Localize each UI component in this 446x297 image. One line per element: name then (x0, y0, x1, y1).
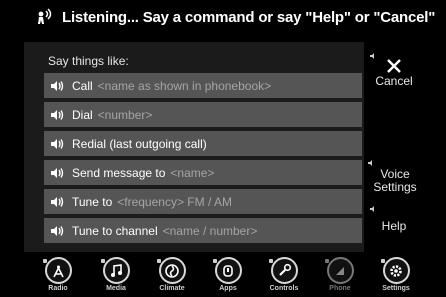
nav-media[interactable]: Media (92, 255, 140, 297)
speaker-mini-icon (381, 259, 385, 263)
command-placeholder: <name as shown in phonebook> (97, 78, 272, 93)
speaker-icon (51, 196, 64, 207)
nav-climate[interactable]: Climate (148, 255, 196, 297)
nav-phone[interactable]: Phone (316, 255, 364, 297)
command-item-tune-to-channel[interactable]: Tune to channel <name / number> (44, 218, 362, 243)
command-label: Call (72, 78, 93, 93)
nav-settings[interactable]: Settings (372, 255, 420, 297)
speaker-icon (51, 225, 64, 236)
speaker-mini-icon (368, 160, 372, 166)
speaker-mini-icon (213, 259, 217, 263)
apps-icon (214, 257, 242, 284)
phone-icon (326, 257, 354, 284)
nav-apps[interactable]: Apps (204, 255, 252, 297)
nav-label: Apps (219, 285, 237, 292)
speaker-icon (51, 80, 64, 91)
help-label: Help (381, 219, 407, 233)
cancel-label: Cancel (375, 74, 413, 88)
voice-settings-label: Voice Settings (373, 167, 417, 194)
command-item-dial[interactable]: Dial <number> (44, 102, 362, 127)
speaker-mini-icon (157, 259, 161, 263)
cancel-button[interactable]: Cancel (366, 52, 422, 92)
command-label: Tune to (72, 194, 113, 209)
command-label: Redial (last outgoing call) (72, 136, 207, 151)
listening-title: Listening... Say a command or say "Help"… (62, 8, 436, 26)
voice-settings-button[interactable]: Voice Settings (362, 160, 428, 196)
settings-icon (382, 257, 410, 284)
command-placeholder: <number> (97, 107, 153, 122)
climate-icon (158, 257, 186, 284)
speaker-icon (51, 138, 64, 149)
help-button[interactable]: Help (366, 206, 422, 236)
speaker-mini-icon (370, 53, 374, 59)
command-label: Dial (72, 107, 93, 122)
nav-radio[interactable]: Radio (34, 255, 82, 297)
close-icon (387, 59, 401, 73)
speaker-mini-icon (325, 259, 329, 263)
speaker-mini-icon (101, 259, 105, 263)
speaker-mini-icon (370, 206, 374, 212)
say-things-label: Say things like: (48, 54, 129, 68)
radio-icon (44, 257, 72, 284)
command-label: Tune to channel (72, 223, 158, 238)
command-item-tune-to[interactable]: Tune to <frequency> FM / AM (44, 189, 362, 214)
command-placeholder: <name / number> (162, 223, 258, 238)
command-item-send-message[interactable]: Send message to <name> (44, 160, 362, 185)
nav-label: Media (106, 285, 126, 292)
nav-label: Controls (269, 285, 299, 292)
nav-label: Settings (382, 285, 410, 292)
header-bar: Listening... Say a command or say "Help"… (0, 0, 446, 34)
nav-controls[interactable]: Controls (260, 255, 308, 297)
command-item-redial[interactable]: Redial (last outgoing call) (44, 131, 362, 156)
command-placeholder: <name> (170, 165, 215, 180)
speaker-mini-icon (43, 259, 47, 263)
voice-recognition-icon (38, 8, 52, 24)
command-item-call[interactable]: Call <name as shown in phonebook> (44, 73, 362, 98)
nav-label: Climate (159, 285, 185, 292)
bottom-nav-bar: Radio Media Climate Apps Controls Phone (0, 255, 446, 297)
speaker-icon (51, 109, 64, 120)
speaker-icon (51, 167, 64, 178)
speaker-mini-icon (269, 259, 273, 263)
command-placeholder: <frequency> FM / AM (117, 194, 232, 209)
nav-label: Radio (48, 285, 68, 292)
command-label: Send message to (72, 165, 166, 180)
media-icon (102, 257, 130, 284)
controls-icon (270, 257, 298, 284)
nav-label: Phone (329, 285, 351, 292)
